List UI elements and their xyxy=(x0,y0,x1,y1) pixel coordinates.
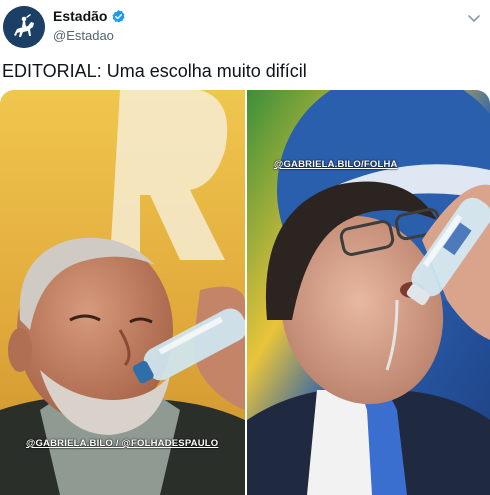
tweet-text: EDITORIAL: Uma escolha muito difícil xyxy=(2,61,307,81)
verified-badge-icon xyxy=(111,9,126,24)
name-row: Estadão xyxy=(53,8,126,24)
user-handle[interactable]: @Estadao xyxy=(53,28,114,43)
photo-left[interactable]: @GABRIELA.BILO / @FOLHADESPAULO xyxy=(0,90,245,495)
photo-credit-left: @GABRIELA.BILO / @FOLHADESPAULO xyxy=(26,438,219,449)
estadao-logo-icon xyxy=(3,6,45,48)
photo-right[interactable]: @GABRIELA.BILO/FOLHA xyxy=(247,90,490,495)
man-drinking-water-photo xyxy=(247,90,490,495)
tweet-media[interactable]: @GABRIELA.BILO / @FOLHADESPAULO @GABRIEL… xyxy=(0,90,490,495)
chevron-down-icon[interactable] xyxy=(466,10,482,26)
avatar[interactable] xyxy=(3,6,45,48)
tweet-header: Estadão @Estadao xyxy=(0,0,490,58)
man-drinking-water-photo xyxy=(0,90,245,495)
photo-credit-right: @GABRIELA.BILO/FOLHA xyxy=(274,159,398,170)
display-name[interactable]: Estadão xyxy=(53,8,107,24)
